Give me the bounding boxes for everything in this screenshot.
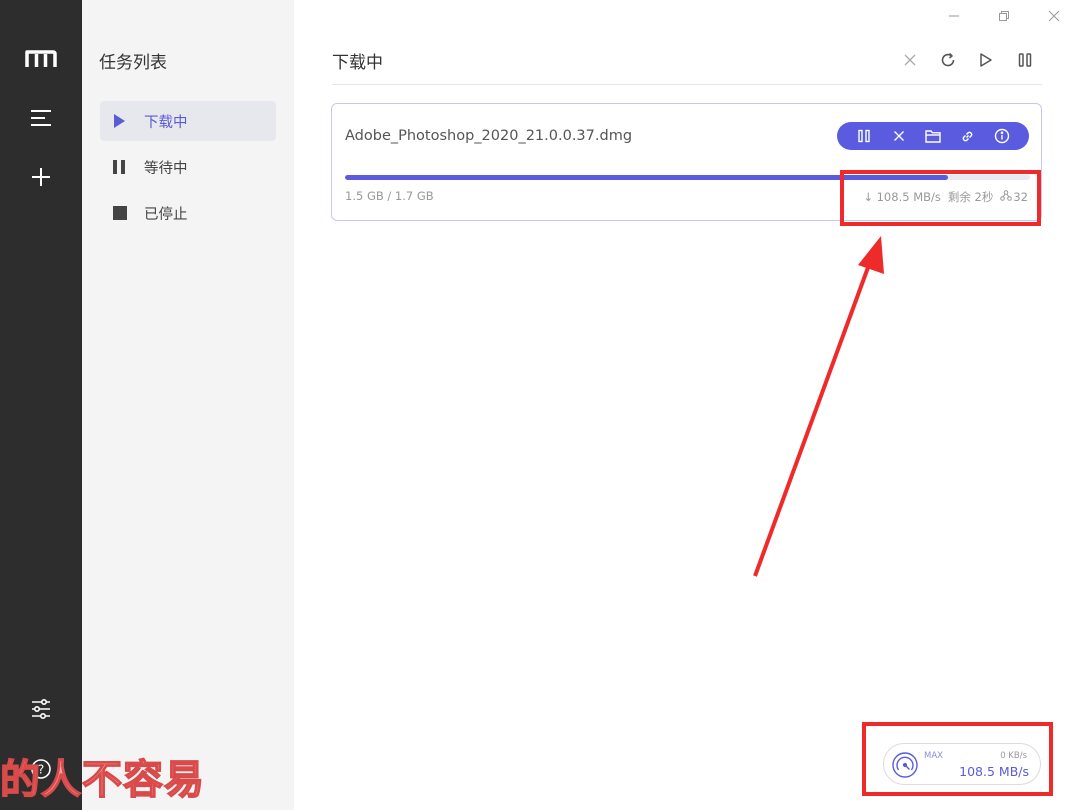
sidebar-item-label: 已停止 xyxy=(144,206,188,223)
settings-sliders-icon[interactable] xyxy=(22,690,60,728)
play-icon xyxy=(100,113,144,129)
pause-icon xyxy=(100,159,144,175)
watermark-text: 的人不容易 xyxy=(0,756,205,804)
task-size-text: 1.5 GB / 1.7 GB xyxy=(345,189,434,203)
page-title: 下载中 xyxy=(332,53,383,73)
header-divider xyxy=(332,84,1042,85)
window-minimize-button[interactable] xyxy=(936,4,972,28)
annotation-highlight-box-speed xyxy=(862,722,1053,796)
app-logo-icon xyxy=(22,40,60,78)
refresh-icon[interactable] xyxy=(934,46,962,74)
task-info-icon[interactable] xyxy=(991,125,1013,147)
task-link-icon[interactable] xyxy=(956,125,978,147)
window-maximize-button[interactable] xyxy=(986,4,1022,28)
resume-all-play-icon[interactable] xyxy=(972,46,1000,74)
icon-rail: ? xyxy=(0,0,82,810)
stop-icon xyxy=(100,205,144,221)
task-pause-icon[interactable] xyxy=(853,125,875,147)
pause-all-icon[interactable] xyxy=(1011,46,1039,74)
task-category-sidebar: 任务列表 下载中 等待中 已停止 xyxy=(82,0,294,810)
add-task-plus-icon[interactable] xyxy=(22,158,60,196)
sidebar-title: 任务列表 xyxy=(99,53,167,73)
task-folder-icon[interactable] xyxy=(922,125,944,147)
sidebar-item-stopped[interactable]: 已停止 xyxy=(100,193,276,233)
delete-all-close-icon[interactable] xyxy=(896,46,924,74)
sidebar-item-label: 等待中 xyxy=(144,160,188,177)
sidebar-item-label: 下载中 xyxy=(144,114,188,131)
task-action-bar xyxy=(837,122,1029,150)
sidebar-item-waiting[interactable]: 等待中 xyxy=(100,147,276,187)
menu-icon[interactable] xyxy=(22,99,60,137)
sidebar-item-downloading[interactable]: 下载中 xyxy=(100,101,276,141)
task-delete-close-icon[interactable] xyxy=(888,125,910,147)
task-file-name: Adobe_Photoshop_2020_21.0.0.37.dmg xyxy=(345,128,633,144)
annotation-highlight-box-stats xyxy=(840,170,1041,226)
window-close-button[interactable] xyxy=(1036,4,1072,28)
